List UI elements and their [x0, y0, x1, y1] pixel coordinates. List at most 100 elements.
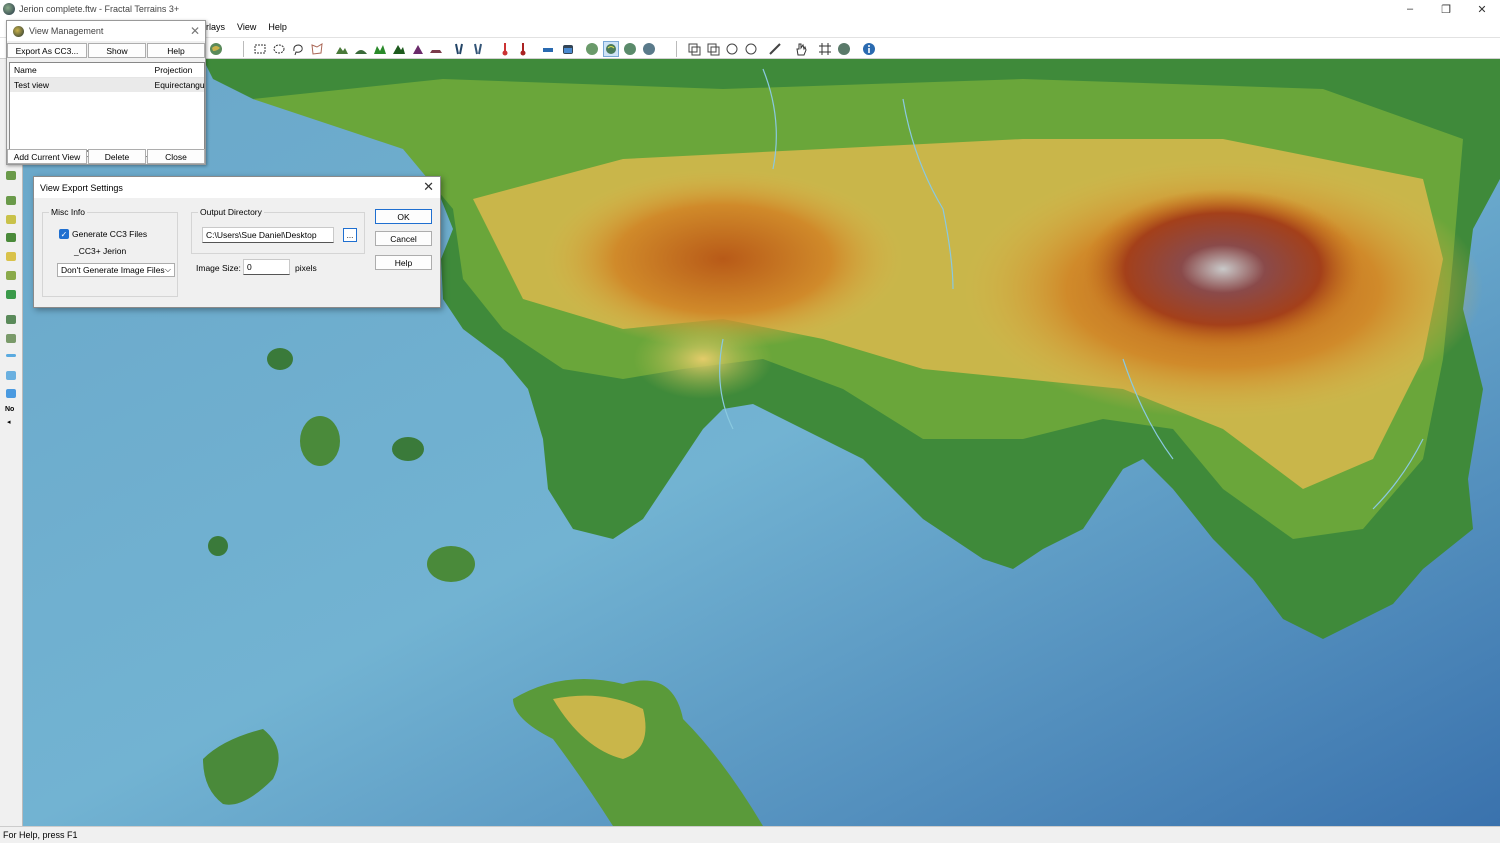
terrain-raise-icon[interactable] [334, 41, 350, 57]
misc-info-label: Misc Info [49, 207, 88, 217]
column-header-projection[interactable]: Projection [151, 63, 204, 77]
help-button[interactable]: Help [375, 255, 432, 270]
terrain-green-icon[interactable] [372, 41, 388, 57]
output-directory-field[interactable]: C:\Users\Sue Daniel\Desktop [202, 227, 334, 243]
thermometer-icon[interactable] [497, 41, 513, 57]
terrain-smooth-icon[interactable] [353, 41, 369, 57]
ocean-icon[interactable] [560, 41, 576, 57]
tool-icon[interactable] [6, 315, 16, 324]
view-projection: Equirectangu [154, 80, 204, 90]
globe-rotate-icon[interactable] [622, 41, 638, 57]
view-management-bottom-buttons: Add Current View Delete Close [7, 149, 207, 166]
view-management-title: View Management [29, 26, 104, 36]
globe-active-icon[interactable] [603, 41, 619, 57]
left-toolbar: No ◂ [0, 59, 23, 826]
close-icon[interactable]: ✕ [423, 179, 434, 195]
menu-bar: rlays View Help [0, 18, 1500, 36]
tool-icon[interactable] [6, 196, 16, 205]
terrain-map[interactable] [23, 59, 1500, 826]
pixels-label: pixels [295, 263, 317, 273]
column-header-name[interactable]: Name [10, 63, 151, 77]
water-tool-icon[interactable] [6, 354, 16, 357]
image-files-select[interactable]: Don't Generate Image Files ⌵ [57, 263, 175, 277]
menu-help[interactable]: Help [262, 22, 293, 32]
list-item[interactable]: Test view Equirectangu [10, 78, 204, 92]
measure-icon[interactable] [767, 41, 783, 57]
terrain-purple-icon[interactable] [410, 41, 426, 57]
output-directory-group: Output Directory C:\Users\Sue Daniel\Des… [191, 207, 365, 254]
layers-icon[interactable] [836, 41, 852, 57]
export-as-cc3-button[interactable]: Export As CC3... [7, 43, 87, 58]
water-tool-icon[interactable] [6, 389, 16, 398]
generate-cc3-checkbox[interactable]: ✓ [59, 229, 69, 239]
toolbar [0, 37, 1500, 59]
views-list[interactable]: Name Projection Test view Equirectangu [9, 62, 205, 157]
collapse-arrow-icon[interactable]: ◂ [7, 418, 11, 426]
help-button[interactable]: Help [147, 43, 205, 58]
river-tool-2-icon[interactable] [471, 41, 487, 57]
globe-dropdown-icon[interactable] [208, 41, 224, 57]
view-management-panel: View Management ✕ Export As CC3... Show … [6, 20, 206, 165]
ellipse-select-icon[interactable] [271, 41, 287, 57]
window-title: Jerion complete.ftw - Fractal Terrains 3… [19, 4, 180, 14]
add-current-view-button[interactable]: Add Current View [7, 149, 87, 164]
dialog-titlebar: View Export Settings ✕ [34, 177, 440, 198]
view-management-top-buttons: Export As CC3... Show Help [7, 43, 207, 60]
menu-view[interactable]: View [231, 22, 262, 32]
view-icon[interactable] [724, 41, 740, 57]
export-2-icon[interactable] [705, 41, 721, 57]
rect-select-icon[interactable] [252, 41, 268, 57]
tool-icon[interactable] [6, 252, 16, 261]
lasso-icon[interactable] [290, 41, 306, 57]
restore-button[interactable]: ❐ [1428, 0, 1464, 18]
globe-view-icon[interactable] [584, 41, 600, 57]
water-level-icon[interactable] [540, 41, 556, 57]
close-icon[interactable]: ✕ [190, 24, 200, 38]
tool-icon[interactable] [6, 290, 16, 299]
thermometer-2-icon[interactable] [515, 41, 531, 57]
show-button[interactable]: Show [88, 43, 146, 58]
cancel-button[interactable]: Cancel [375, 231, 432, 246]
view-name: Test view [14, 80, 49, 90]
tool-icon[interactable] [6, 215, 16, 224]
app-icon [3, 3, 15, 15]
view-export-settings-dialog: View Export Settings ✕ Misc Info ✓ Gener… [33, 176, 441, 308]
title-bar: Jerion complete.ftw - Fractal Terrains 3… [0, 0, 1500, 18]
tool-icon[interactable] [6, 233, 16, 242]
pan-hand-icon[interactable] [793, 41, 809, 57]
river-tool-icon[interactable] [452, 41, 468, 57]
water-tool-icon[interactable] [6, 371, 16, 380]
image-size-label: Image Size: [196, 263, 241, 273]
ok-button[interactable]: OK [375, 209, 432, 224]
output-directory-label: Output Directory [198, 207, 264, 217]
toolbar-separator [243, 41, 244, 57]
globe-icon [13, 25, 24, 37]
status-text: For Help, press F1 [3, 830, 78, 840]
globe-options-icon[interactable] [641, 41, 657, 57]
image-files-value: Don't Generate Image Files [61, 265, 165, 275]
minimize-button[interactable]: – [1392, 0, 1428, 18]
tool-icon[interactable] [6, 171, 16, 180]
view-2-icon[interactable] [743, 41, 759, 57]
image-size-field[interactable]: 0 [243, 259, 290, 275]
info-icon[interactable] [861, 41, 877, 57]
dialog-title: View Export Settings [40, 182, 123, 193]
terrain-peaks-icon[interactable] [391, 41, 407, 57]
list-header: Name Projection [10, 63, 204, 78]
polygon-select-icon[interactable] [309, 41, 325, 57]
status-bar: For Help, press F1 [0, 826, 1500, 843]
toolbar-separator [676, 41, 677, 57]
browse-button[interactable]: ... [343, 228, 357, 242]
grid-icon[interactable] [817, 41, 833, 57]
tool-icon[interactable] [6, 334, 16, 343]
export-icon[interactable] [686, 41, 702, 57]
delete-button[interactable]: Delete [88, 149, 146, 164]
no-label: No [5, 406, 15, 413]
misc-info-group: Misc Info ✓ Generate CC3 Files _CC3+ Jer… [42, 207, 178, 297]
tool-icon[interactable] [6, 271, 16, 280]
close-window-button[interactable]: ✕ [1464, 0, 1500, 18]
close-button[interactable]: Close [147, 149, 205, 164]
terrain-flat-icon[interactable] [428, 41, 444, 57]
window-controls: – ❐ ✕ [1392, 0, 1500, 18]
cc3-prefix-label: _CC3+ Jerion [74, 246, 127, 256]
